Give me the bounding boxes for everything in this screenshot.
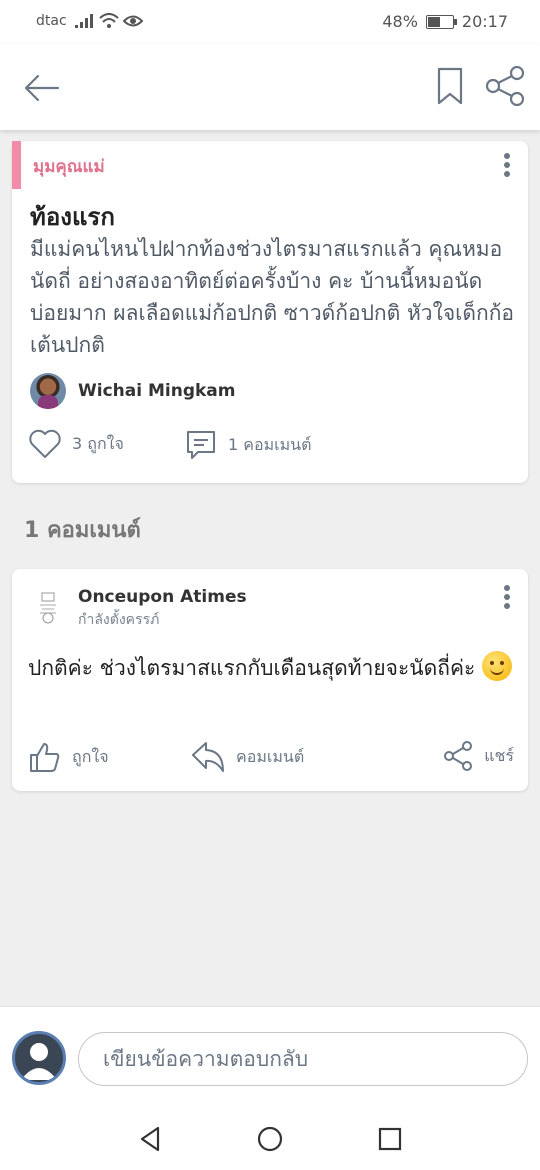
post-like-button[interactable]: 3 ถูกใจ <box>28 429 124 459</box>
commenter[interactable]: Onceupon Atimes กำลังตั้งครรภ์ <box>34 587 247 631</box>
bookmark-icon[interactable] <box>434 66 466 106</box>
user-avatar[interactable] <box>12 1031 66 1085</box>
wifi-icon <box>98 13 119 28</box>
nav-back-icon[interactable] <box>136 1124 166 1154</box>
smiling-face-emoji-icon <box>481 651 512 681</box>
status-bar: dtac 48% 20:17 <box>0 0 540 44</box>
post-stats: 3 ถูกใจ 1 คอมเมนต์ <box>28 429 508 465</box>
post-title: ท้องแรก <box>30 203 115 231</box>
comment-reply-button[interactable]: คอมเมนต์ <box>190 741 304 773</box>
comment-bubble-icon <box>187 431 215 459</box>
post-card: มุมคุณแม่ ท้องแรก มีแม่คนไหนไปฝากท้องช่ว… <box>12 141 528 483</box>
reply-input[interactable] <box>78 1032 528 1086</box>
battery-percent: 48% <box>382 12 418 31</box>
comment-more-options-icon[interactable] <box>500 585 514 613</box>
comments-section-title: 1 คอมเมนต์ <box>24 518 141 543</box>
comment-text-content: ปกติค่ะ ช่วงไตรมาสแรกกับเดือนสุดท้ายจะนั… <box>28 656 476 680</box>
comment-reply-label: คอมเมนต์ <box>236 746 305 766</box>
thumbs-up-icon <box>30 743 60 772</box>
post-more-options-icon[interactable] <box>500 153 514 181</box>
carrier-label: dtac <box>36 13 67 29</box>
comment-count: 1 คอมเมนต์ <box>228 434 312 454</box>
heart-icon <box>29 429 61 458</box>
commenter-status: กำลังตั้งครรภ์ <box>78 612 160 628</box>
system-nav-bar <box>0 1108 540 1170</box>
post-body: มีแม่คนไหนไปฝากท้องช่วงไตรมาสแรกแล้ว คุณ… <box>30 237 515 357</box>
top-app-bar <box>0 44 540 130</box>
nav-home-icon[interactable] <box>255 1124 285 1154</box>
author-avatar[interactable] <box>30 373 66 409</box>
comment-text: ปกติค่ะ ช่วงไตรมาสแรกกับเดือนสุดท้ายจะนั… <box>28 651 516 685</box>
reply-arrow-icon <box>192 742 224 772</box>
comment-like-button[interactable]: ถูกใจ <box>28 741 109 773</box>
share-icon[interactable] <box>484 66 526 106</box>
comment-actions: ถูกใจ คอมเมนต์ แชร์ <box>28 741 516 781</box>
post-comment-button[interactable]: 1 คอมเมนต์ <box>184 429 311 461</box>
comment-share-button[interactable]: แชร์ <box>442 741 514 771</box>
comment-share-label: แชร์ <box>484 745 514 765</box>
nav-recents-icon[interactable] <box>375 1124 405 1154</box>
comment-like-label: ถูกใจ <box>72 746 109 766</box>
share-icon <box>444 741 473 771</box>
reply-composer <box>0 1006 540 1108</box>
eye-icon <box>122 15 143 27</box>
commenter-name[interactable]: Onceupon Atimes <box>78 587 247 607</box>
clock: 20:17 <box>461 12 508 31</box>
back-arrow-icon[interactable] <box>22 68 62 108</box>
author-name[interactable]: Wichai Mingkam <box>78 381 235 401</box>
signal-icon <box>74 14 93 28</box>
like-count: 3 ถูกใจ <box>72 433 124 453</box>
post-category[interactable]: มุมคุณแม่ <box>12 141 232 189</box>
post-author[interactable]: Wichai Mingkam <box>30 373 235 409</box>
user-silhouette-icon <box>21 1043 57 1080</box>
status-icons <box>74 13 143 29</box>
comment-card: Onceupon Atimes กำลังตั้งครรภ์ ปกติค่ะ ช… <box>12 569 528 791</box>
battery-icon <box>425 14 457 29</box>
commenter-avatar[interactable] <box>34 591 62 625</box>
